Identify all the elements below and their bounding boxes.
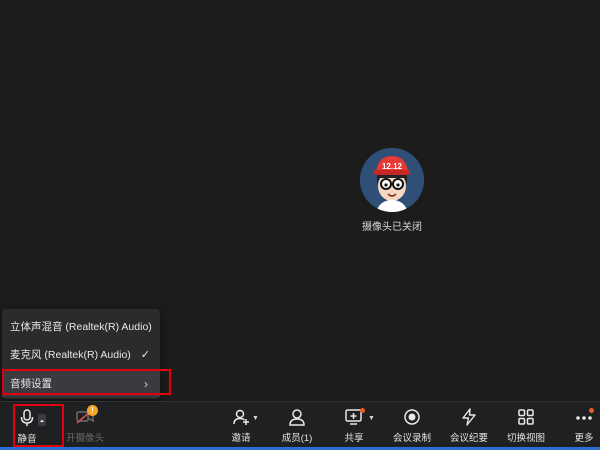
members-button[interactable]: 成员(1) (278, 401, 316, 447)
microphone-icon (20, 409, 34, 430)
menu-item-audio-settings[interactable]: 音频设置 › (2, 371, 160, 397)
menu-item-label: 麦克风 (Realtek(R) Audio) (10, 349, 131, 361)
invite-button[interactable]: 邀请 (226, 401, 256, 447)
cap-badge-text: 12.12 (382, 162, 403, 171)
cartoon-avatar-icon: 12.12 (360, 148, 424, 212)
record-icon (403, 408, 421, 429)
menu-item-label: 立体声混音 (Realtek(R) Audio) (10, 321, 152, 333)
meeting-minutes-button[interactable]: 会议纪要 (449, 401, 489, 447)
switch-view-button[interactable]: 切换视图 (506, 401, 546, 447)
person-icon (288, 408, 306, 429)
menu-item-stereo-mix[interactable]: 立体声混音 (Realtek(R) Audio) (2, 314, 160, 340)
grid-view-icon (517, 408, 535, 429)
record-meeting-button[interactable]: 会议录制 (392, 401, 432, 447)
camera-off-status: 摄像头已关闭 (362, 222, 422, 233)
menu-item-label: 音频设置 (10, 378, 52, 390)
mute-label: 静音 (17, 434, 37, 445)
audio-options-caret-button[interactable] (38, 414, 46, 426)
invite-caret-icon[interactable]: ▼ (252, 415, 259, 422)
add-person-icon (232, 408, 250, 429)
menu-item-microphone[interactable]: 麦克风 (Realtek(R) Audio) ✓ (2, 342, 160, 368)
checkmark-icon: ✓ (140, 349, 150, 361)
minutes-label: 会议纪要 (449, 433, 488, 444)
chevron-right-icon: › (144, 377, 148, 391)
start-camera-button[interactable]: 开摄像头 (62, 401, 108, 447)
share-caret-icon[interactable]: ▼ (368, 415, 375, 422)
participant-avatar: 12.12 (360, 148, 424, 212)
invite-label: 邀请 (231, 433, 251, 444)
more-notification-dot (589, 408, 594, 413)
share-label: 共享 (344, 433, 364, 444)
camera-warning-badge: ! (87, 405, 98, 416)
share-notification-dot (360, 408, 365, 413)
caret-up-icon (40, 419, 44, 422)
record-label: 会议录制 (392, 433, 431, 444)
audio-device-menu: 立体声混音 (Realtek(R) Audio) 麦克风 (Realtek(R)… (2, 309, 160, 399)
camera-label: 开摄像头 (65, 433, 104, 444)
lightning-icon (460, 408, 478, 429)
more-label: 更多 (574, 433, 594, 444)
members-label: 成员(1) (281, 433, 313, 444)
switch-view-label: 切换视图 (506, 433, 545, 444)
